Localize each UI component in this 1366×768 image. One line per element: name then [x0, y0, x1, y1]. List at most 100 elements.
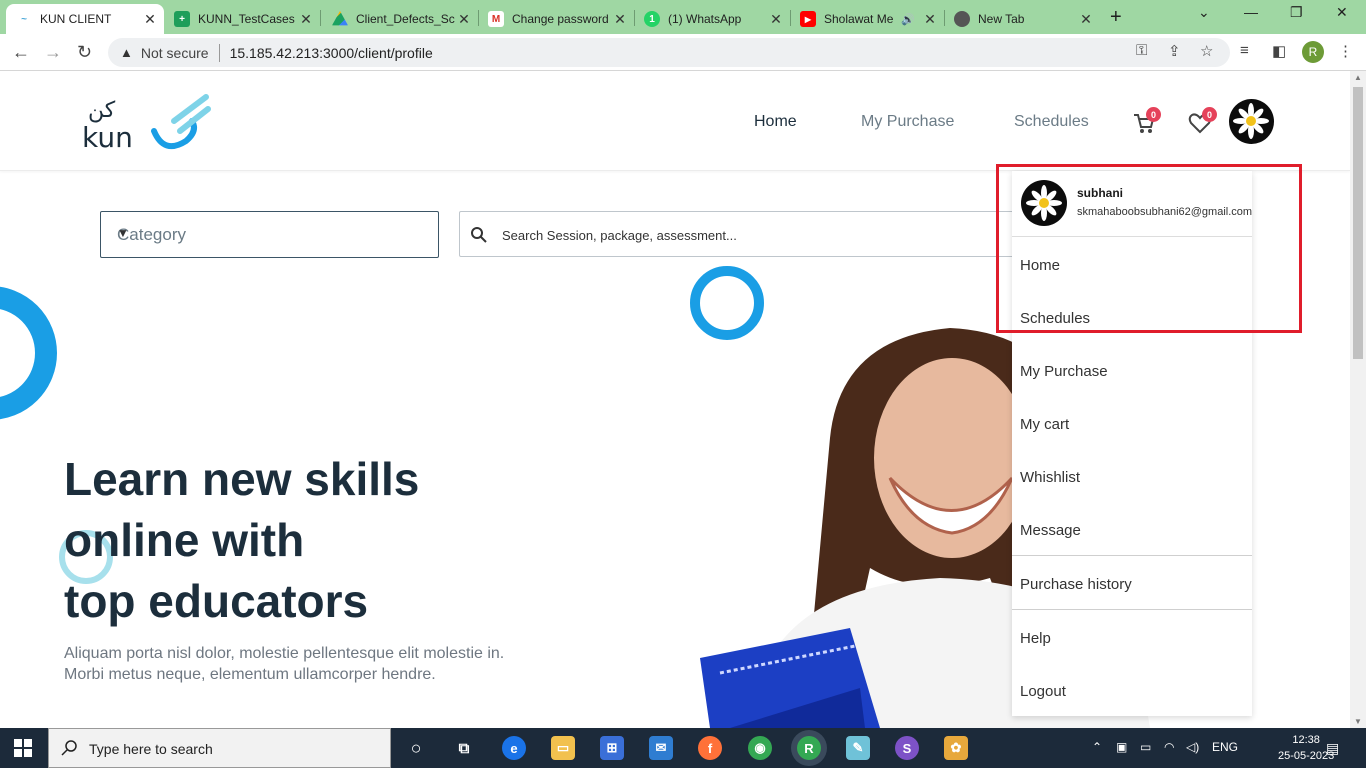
- tab-sholawat[interactable]: ▶ Sholawat Me 🔊 ✕: [790, 4, 944, 34]
- menu-item-logout[interactable]: Logout: [1020, 683, 1066, 700]
- star-icon[interactable]: ☆: [1200, 42, 1213, 60]
- wishlist-button[interactable]: 0: [1188, 107, 1217, 137]
- back-button[interactable]: ←: [12, 42, 30, 63]
- profile-avatar[interactable]: R: [1302, 41, 1324, 63]
- drive-icon: [332, 11, 348, 26]
- share-icon[interactable]: ⇪: [1168, 42, 1181, 60]
- menu-divider: [1012, 609, 1252, 610]
- hero-heading: Learn new skills online with top educato…: [64, 449, 419, 632]
- nav-home[interactable]: Home: [754, 113, 797, 131]
- address-bar[interactable]: ▲ Not secure 15.185.42.213:3000/client/p…: [108, 38, 1230, 67]
- hero-line: top educators: [64, 575, 369, 627]
- taskbar-search[interactable]: Type here to search: [48, 728, 391, 768]
- menu-item-message[interactable]: Message: [1020, 522, 1081, 539]
- new-tab-button[interactable]: +: [1110, 6, 1122, 29]
- site-header: kun كن Home My Purchase Schedules 0 0: [0, 71, 1350, 171]
- tray-chevron-icon[interactable]: ⌃: [1092, 740, 1102, 754]
- notifications-icon[interactable]: ▤: [1326, 740, 1339, 757]
- annotation-highlight-box: [996, 164, 1302, 333]
- menu-item-wishlist[interactable]: Whishlist: [1020, 469, 1080, 486]
- windows-start-icon[interactable]: [14, 739, 32, 757]
- menu-item-purchase-history[interactable]: Purchase history: [1020, 576, 1132, 593]
- reload-button[interactable]: ↻: [77, 42, 92, 63]
- tab-label: KUN CLIENT: [40, 12, 112, 26]
- logo-text: kun: [82, 121, 133, 153]
- file-explorer-icon[interactable]: ▭: [551, 736, 575, 760]
- tab-client-defects[interactable]: Client_Defects_Sc ✕: [322, 4, 478, 34]
- language-indicator[interactable]: ENG: [1212, 740, 1238, 754]
- hero-description: Aliquam porta nisl dolor, molestie pelle…: [64, 643, 504, 685]
- hero-text-line: Morbi metus neque, elementum ullamcorper…: [64, 666, 436, 683]
- minimize-button[interactable]: —: [1244, 4, 1258, 20]
- battery-icon[interactable]: ▭: [1140, 740, 1151, 754]
- search-placeholder: Search Session, package, assessment...: [502, 228, 737, 243]
- hero-line: Learn new skills: [64, 453, 420, 505]
- tab-label: Client_Defects_Sc: [356, 12, 455, 26]
- chrome-icon[interactable]: ◉: [748, 736, 772, 760]
- page-scrollbar[interactable]: ▲ ▼: [1350, 71, 1366, 728]
- notepad-icon[interactable]: ✎: [846, 736, 870, 760]
- media-icon[interactable]: ≡: [1240, 42, 1249, 59]
- cart-button[interactable]: 0: [1132, 107, 1161, 137]
- sheets-icon: +: [174, 11, 190, 27]
- logo-graphic: kun كن: [82, 94, 211, 154]
- security-label[interactable]: Not secure: [141, 45, 209, 61]
- close-window-button[interactable]: ✕: [1336, 4, 1348, 21]
- key-icon[interactable]: ⚿: [1136, 42, 1147, 59]
- scroll-down-icon[interactable]: ▼: [1354, 717, 1362, 726]
- tab-new-tab[interactable]: New Tab ✕: [944, 4, 1100, 34]
- forward-button[interactable]: →: [44, 42, 62, 63]
- store-icon[interactable]: ⊞: [600, 736, 624, 760]
- close-icon[interactable]: ✕: [1078, 11, 1094, 28]
- menu-item-help[interactable]: Help: [1020, 630, 1051, 647]
- profile-avatar-button[interactable]: [1229, 99, 1274, 144]
- taskbar: Type here to search ○ ⧉ e ▭ ⊞ ✉ f ◉ R ✎ …: [0, 728, 1366, 768]
- menu-item-my-purchase[interactable]: My Purchase: [1020, 363, 1108, 380]
- close-icon[interactable]: ✕: [922, 11, 938, 28]
- close-icon[interactable]: ✕: [298, 11, 314, 28]
- youtube-icon: ▶: [800, 11, 816, 27]
- nav-my-purchase[interactable]: My Purchase: [861, 113, 954, 131]
- hero-text-line: Aliquam porta nisl dolor, molestie pelle…: [64, 645, 505, 662]
- kun-logo[interactable]: kun كن: [74, 93, 214, 154]
- url-text[interactable]: 15.185.42.213:3000/client/profile: [230, 45, 433, 61]
- firefox-icon[interactable]: f: [698, 736, 722, 760]
- menu-item-my-cart[interactable]: My cart: [1020, 416, 1069, 433]
- scrollbar-thumb[interactable]: [1353, 87, 1363, 359]
- close-icon[interactable]: ✕: [142, 11, 158, 28]
- kun-icon: ~: [16, 11, 32, 27]
- menu-divider: [1012, 555, 1252, 556]
- nav-schedules[interactable]: Schedules: [1014, 113, 1089, 131]
- cart-badge: 0: [1146, 107, 1161, 122]
- task-view-icon[interactable]: ⧉: [452, 736, 476, 760]
- close-icon[interactable]: ✕: [612, 11, 628, 28]
- edge-icon[interactable]: e: [502, 736, 526, 760]
- gmail-icon: M: [488, 11, 504, 27]
- tab-change-password[interactable]: M Change password ✕: [478, 4, 634, 34]
- close-icon[interactable]: ✕: [768, 11, 784, 28]
- warning-icon[interactable]: ▲: [120, 45, 133, 60]
- network-alert-icon[interactable]: ▣: [1116, 740, 1127, 754]
- wifi-icon[interactable]: ◠: [1164, 740, 1174, 754]
- search-input[interactable]: Search Session, package, assessment...: [459, 211, 1019, 257]
- search-icon: [471, 227, 487, 243]
- sidepanel-icon[interactable]: ◧: [1272, 42, 1286, 60]
- chrome-profile-s-icon[interactable]: S: [895, 736, 919, 760]
- tab-kun-client[interactable]: ~ KUN CLIENT ✕: [6, 4, 164, 34]
- menu-icon[interactable]: ⋮: [1338, 42, 1353, 60]
- paint-icon[interactable]: ✿: [944, 736, 968, 760]
- volume-icon[interactable]: ◁): [1186, 740, 1199, 754]
- category-select[interactable]: Category ▼: [100, 211, 439, 258]
- tab-search-chevron-icon[interactable]: ⌄: [1198, 4, 1210, 21]
- restore-button[interactable]: ❐: [1290, 4, 1303, 21]
- mail-icon[interactable]: ✉: [649, 736, 673, 760]
- hero-line: online with: [64, 514, 305, 566]
- speaker-icon[interactable]: 🔊: [900, 13, 916, 26]
- close-icon[interactable]: ✕: [456, 11, 472, 28]
- whatsapp-icon: 1: [644, 11, 660, 27]
- chrome-profile-r-icon[interactable]: R: [797, 736, 821, 760]
- scroll-up-icon[interactable]: ▲: [1354, 73, 1362, 82]
- tab-whatsapp[interactable]: 1 (1) WhatsApp ✕: [634, 4, 790, 34]
- tab-testcases[interactable]: + KUNN_TestCases ✕: [164, 4, 320, 34]
- cortana-icon[interactable]: ○: [404, 736, 428, 760]
